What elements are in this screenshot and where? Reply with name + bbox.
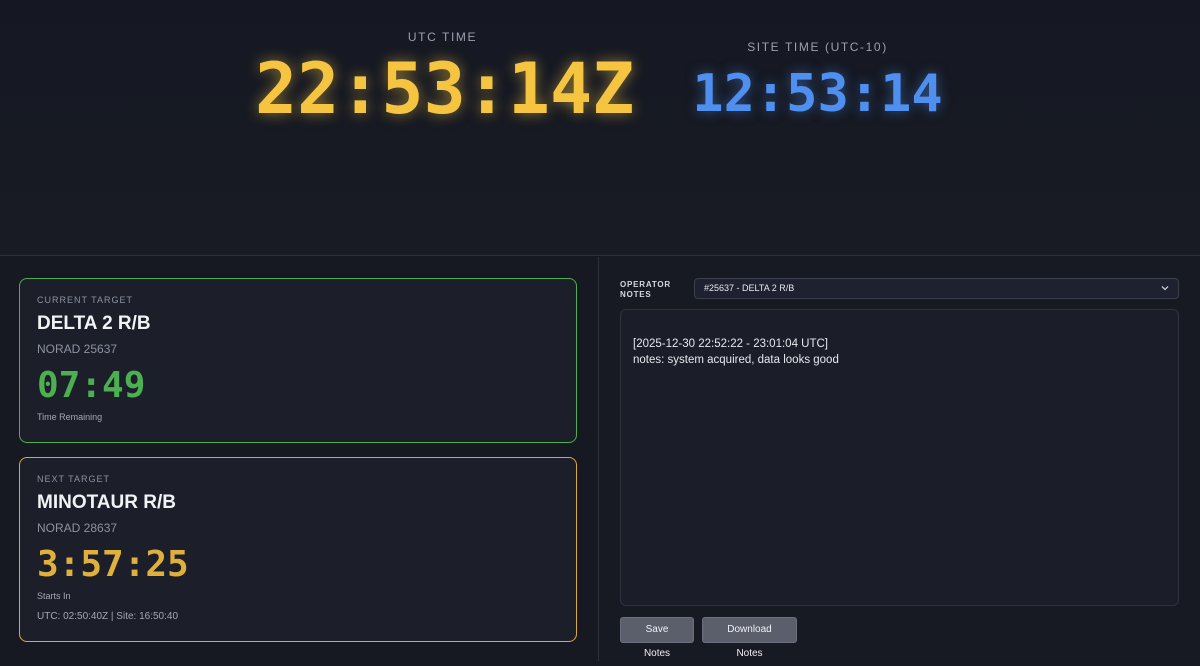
- download-notes-button[interactable]: Download Notes: [702, 617, 797, 659]
- site-clock-value: 12:53:14: [692, 64, 943, 124]
- next-target-caption: Starts In: [37, 590, 71, 601]
- next-target-kicker: NEXT TARGET: [37, 474, 111, 484]
- next-target-name: MINOTAUR R/B: [37, 492, 176, 513]
- chevron-down-icon-glyph: [1161, 286, 1169, 291]
- notes-textarea[interactable]: [2025-12-30 22:52:22 - 23:01:04 UTC] not…: [620, 309, 1179, 606]
- next-target-times: UTC: 02:50:40Z | Site: 16:50:40: [37, 610, 179, 622]
- utc-clock: UTC TIME 22:53:14Z: [255, 30, 635, 130]
- current-target-kicker: CURRENT TARGET: [37, 295, 134, 305]
- site-clock: SITE TIME (UTC-10) 12:53:14: [690, 40, 945, 120]
- operator-notes-label-line2: NOTES: [620, 290, 652, 300]
- next-target-countdown: 3:57:25: [37, 544, 189, 585]
- operator-notes-label-line1: OPERATOR: [620, 280, 671, 289]
- utc-clock-label: UTC TIME: [407, 30, 478, 44]
- save-notes-button[interactable]: Save Notes: [620, 617, 694, 659]
- current-target-norad: NORAD 25637: [37, 342, 118, 356]
- operator-notes-label: OPERATOR NOTES: [620, 280, 682, 301]
- notes-panel: OPERATOR NOTES #25637 - DELTA 2 R/B [202…: [599, 257, 1200, 661]
- clock-header: UTC TIME 22:53:14Z SITE TIME (UTC-10) 12…: [0, 0, 1200, 256]
- current-target-card: CURRENT TARGET DELTA 2 R/B NORAD 25637 0…: [19, 278, 577, 443]
- current-target-caption: Time Remaining: [37, 411, 103, 422]
- notes-line-2: notes: system acquired, data looks good: [633, 354, 839, 367]
- utc-clock-value: 22:53:14Z: [255, 48, 635, 130]
- current-target-countdown: 07:49: [37, 365, 146, 406]
- next-target-norad: NORAD 28637: [37, 521, 118, 535]
- chevron-down-icon: [1160, 282, 1170, 297]
- targets-panel: CURRENT TARGET DELTA 2 R/B NORAD 25637 0…: [0, 257, 598, 661]
- next-target-card: NEXT TARGET MINOTAUR R/B NORAD 28637 3:5…: [19, 457, 577, 642]
- pass-select-value: #25637 - DELTA 2 R/B: [704, 283, 795, 293]
- current-target-name: DELTA 2 R/B: [37, 313, 151, 334]
- notes-line-1: [2025-12-30 22:52:22 - 23:01:04 UTC]: [633, 338, 828, 350]
- pass-select[interactable]: #25637 - DELTA 2 R/B: [694, 278, 1179, 299]
- site-clock-label: SITE TIME (UTC-10): [747, 40, 888, 54]
